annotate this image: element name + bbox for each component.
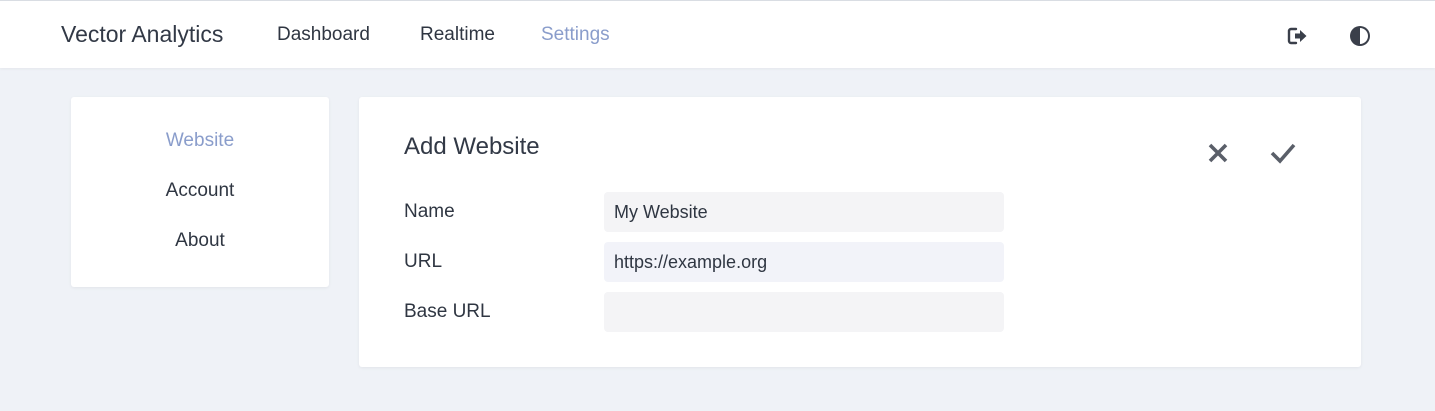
base-url-label: Base URL: [404, 301, 491, 322]
logout-icon[interactable]: [1285, 23, 1311, 49]
nav-realtime[interactable]: Realtime: [420, 24, 495, 46]
nav-dashboard[interactable]: Dashboard: [277, 24, 370, 46]
add-website-card: Add Website Name URL Base URL: [359, 97, 1361, 367]
name-label: Name: [404, 201, 455, 222]
confirm-icon[interactable]: [1269, 139, 1297, 167]
page-title: Add Website: [404, 133, 540, 160]
brand-title[interactable]: Vector Analytics: [61, 21, 223, 48]
base-url-input[interactable]: [604, 292, 1004, 332]
cancel-icon[interactable]: [1204, 139, 1232, 167]
top-navbar: Vector Analytics Dashboard Realtime Sett…: [0, 0, 1435, 68]
theme-toggle-icon[interactable]: [1347, 23, 1373, 49]
name-input[interactable]: [604, 192, 1004, 232]
url-label: URL: [404, 251, 443, 272]
settings-sidebar: Website Account About: [71, 97, 329, 287]
nav-settings[interactable]: Settings: [541, 24, 610, 46]
sidebar-item-website[interactable]: Website: [71, 130, 329, 152]
sidebar-item-account[interactable]: Account: [71, 180, 329, 202]
sidebar-item-about[interactable]: About: [71, 230, 329, 252]
url-input[interactable]: [604, 242, 1004, 282]
